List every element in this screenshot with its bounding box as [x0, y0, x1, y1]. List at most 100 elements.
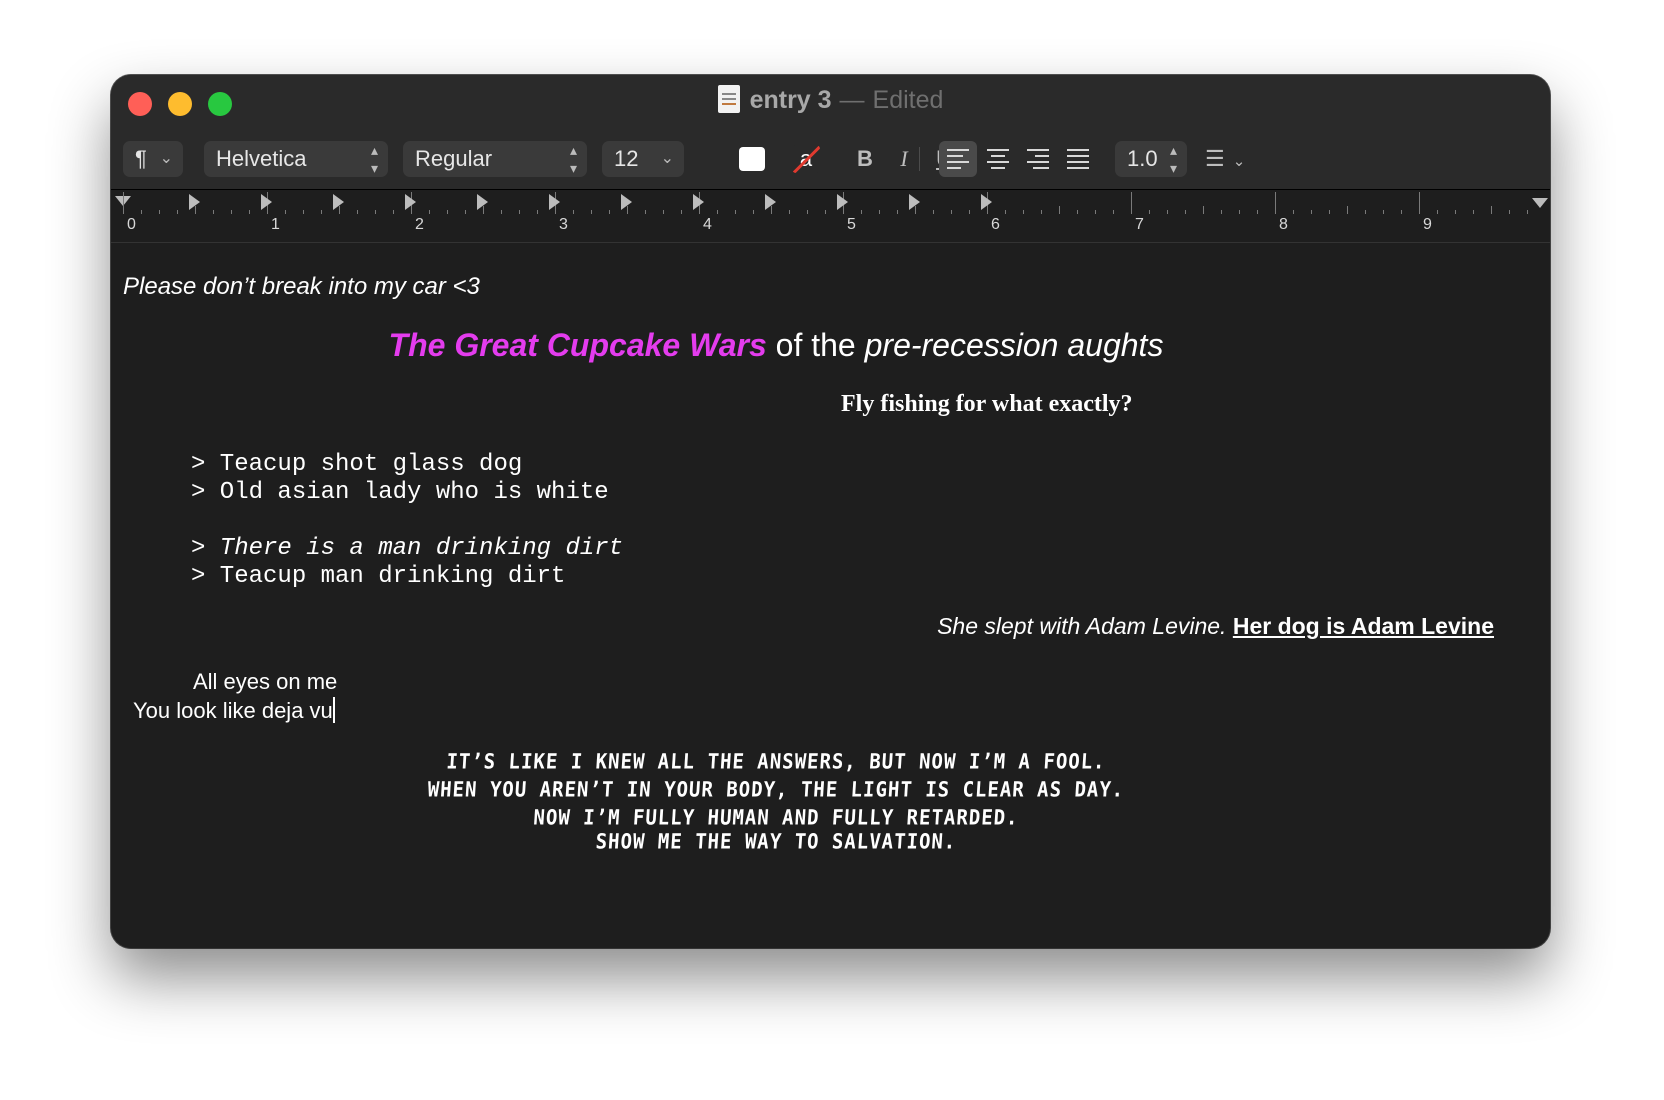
ruler-tick — [519, 210, 520, 214]
ruler-tick — [879, 210, 880, 214]
tab-stop-marker[interactable] — [333, 194, 344, 210]
ruler-number: 5 — [847, 216, 856, 233]
ruler-tick — [123, 192, 124, 214]
ruler-tick — [591, 210, 592, 214]
list-icon: ☰ — [1205, 146, 1225, 171]
tab-stop-marker[interactable] — [693, 194, 704, 210]
ruler-tick — [807, 210, 808, 214]
text-span: You look like deja vu — [133, 698, 333, 723]
format-toolbar: ¶ ⌄ Helvetica ▴▾ Regular ▴▾ 12 ⌄ a B I U — [111, 141, 1550, 185]
ruler-tick — [321, 210, 322, 214]
align-left-button[interactable] — [939, 141, 977, 177]
stylized-line: SHOW ME THE WAY TO SALVATION. — [594, 829, 958, 855]
ruler-number: 3 — [559, 216, 568, 233]
ruler-tick — [231, 210, 232, 214]
ruler-tick — [1437, 210, 1438, 214]
textedit-window: entry 3— Edited ¶ ⌄ Helvetica ▴ ▾ Regular … — [111, 75, 1550, 948]
tab-stop-marker[interactable] — [405, 194, 416, 210]
quote-line: > Old asian lady who is white — [191, 479, 609, 506]
heading-italic-text: pre-recession aughts — [864, 327, 1164, 363]
ruler-tick — [303, 210, 304, 214]
ruler-number: 6 — [991, 216, 1000, 233]
ruler-tick — [1041, 210, 1042, 214]
tab-stop-marker[interactable] — [981, 194, 992, 210]
ruler-tick — [1005, 210, 1006, 214]
ruler-tick — [537, 210, 538, 214]
align-left-icon — [947, 149, 969, 169]
text-color-well[interactable] — [739, 147, 765, 171]
ruler-tick — [1347, 206, 1348, 214]
heading-colored-text: The Great Cupcake Wars — [388, 327, 767, 363]
ruler-number: 8 — [1279, 216, 1288, 233]
ruler-tick — [825, 210, 826, 214]
document-icon — [717, 85, 740, 113]
text-line: She slept with Adam Levine. Her dog is A… — [937, 613, 1494, 640]
quote-line: > Teacup shot glass dog — [191, 451, 523, 478]
plain-text: She slept with Adam Levine. — [937, 613, 1233, 639]
ruler-number: 7 — [1135, 216, 1144, 233]
toolbar-divider — [919, 147, 920, 171]
tab-stop-marker[interactable] — [549, 194, 560, 210]
text-line: All eyes on me — [193, 669, 338, 694]
justify-icon — [1067, 149, 1089, 169]
tab-stop-marker[interactable] — [189, 194, 200, 210]
ruler-tick — [681, 210, 682, 214]
ruler-number: 1 — [271, 216, 280, 233]
text-line: Please don’t break into my car <3 — [123, 273, 480, 300]
list-bullets-button[interactable]: ☰ ⌄ — [1205, 141, 1265, 177]
ruler[interactable]: 0 1 2 3 4 5 6 7 8 9 — [111, 189, 1550, 243]
ruler-tick — [735, 210, 736, 214]
updown-icon: ▴ ▾ — [1169, 142, 1177, 176]
ruler-tick — [285, 210, 286, 214]
ruler-tick — [1365, 210, 1366, 214]
paragraph-style-popup[interactable]: ¶ ⌄ — [123, 141, 183, 177]
underlined-text: Her dog is Adam Levine — [1232, 613, 1494, 639]
tab-stop-marker[interactable] — [261, 194, 272, 210]
italic-button[interactable]: I — [888, 141, 920, 177]
ruler-tick — [1257, 210, 1258, 214]
quote-line: > Teacup man drinking dirt — [191, 563, 566, 590]
ruler-tick — [1455, 210, 1456, 214]
ruler-tick — [789, 210, 790, 214]
tab-stop-marker[interactable] — [909, 194, 920, 210]
ruler-tick — [159, 210, 160, 214]
highlight-glyph: a — [799, 146, 813, 171]
align-center-button[interactable] — [979, 141, 1017, 177]
ruler-tick — [393, 210, 394, 214]
tab-stop-marker[interactable] — [765, 194, 776, 210]
heading-mid-text: of the — [766, 327, 865, 363]
tab-stop-marker[interactable] — [477, 194, 488, 210]
text-line: Fly fishing for what exactly? — [841, 391, 1133, 417]
stylized-line: WHEN YOU AREN’T IN YOUR BODY, THE LIGHT … — [426, 777, 1126, 803]
ruler-tick — [1095, 210, 1096, 214]
font-size-combo[interactable]: 12 ⌄ — [602, 141, 684, 177]
align-right-button[interactable] — [1019, 141, 1057, 177]
font-family-value: Helvetica — [216, 146, 307, 171]
right-margin-marker[interactable] — [1532, 198, 1548, 208]
title-separator: — — [839, 86, 865, 114]
tab-stop-marker[interactable] — [621, 194, 632, 210]
document-text-area[interactable]: Please don’t break into my car <3 The Gr… — [111, 243, 1550, 943]
ruler-tick — [717, 210, 718, 214]
ruler-tick — [1113, 210, 1114, 214]
ruler-number: 2 — [415, 216, 424, 233]
ruler-tick — [1203, 206, 1204, 214]
ruler-tick — [861, 210, 862, 214]
font-style-popup[interactable]: Regular ▴ ▾ — [403, 141, 587, 177]
ruler-tick — [1509, 210, 1510, 214]
ruler-tick — [1077, 210, 1078, 214]
ruler-tick — [501, 210, 502, 214]
ruler-tick — [951, 210, 952, 214]
ruler-tick — [1275, 192, 1276, 214]
highlight-color-well[interactable]: a — [792, 145, 820, 173]
ruler-tick — [1419, 192, 1420, 214]
chevron-down-icon: ⌄ — [660, 150, 674, 167]
font-family-popup[interactable]: Helvetica ▴ ▾ — [204, 141, 388, 177]
line-spacing-popup[interactable]: 1.0 ▴ ▾ — [1115, 141, 1187, 177]
tab-stop-marker[interactable] — [837, 194, 848, 210]
ruler-number: 9 — [1423, 216, 1432, 233]
line-spacing-value: 1.0 — [1127, 146, 1158, 171]
justify-button[interactable] — [1059, 141, 1097, 177]
ruler-tick — [1329, 210, 1330, 214]
bold-button[interactable]: B — [849, 141, 881, 177]
